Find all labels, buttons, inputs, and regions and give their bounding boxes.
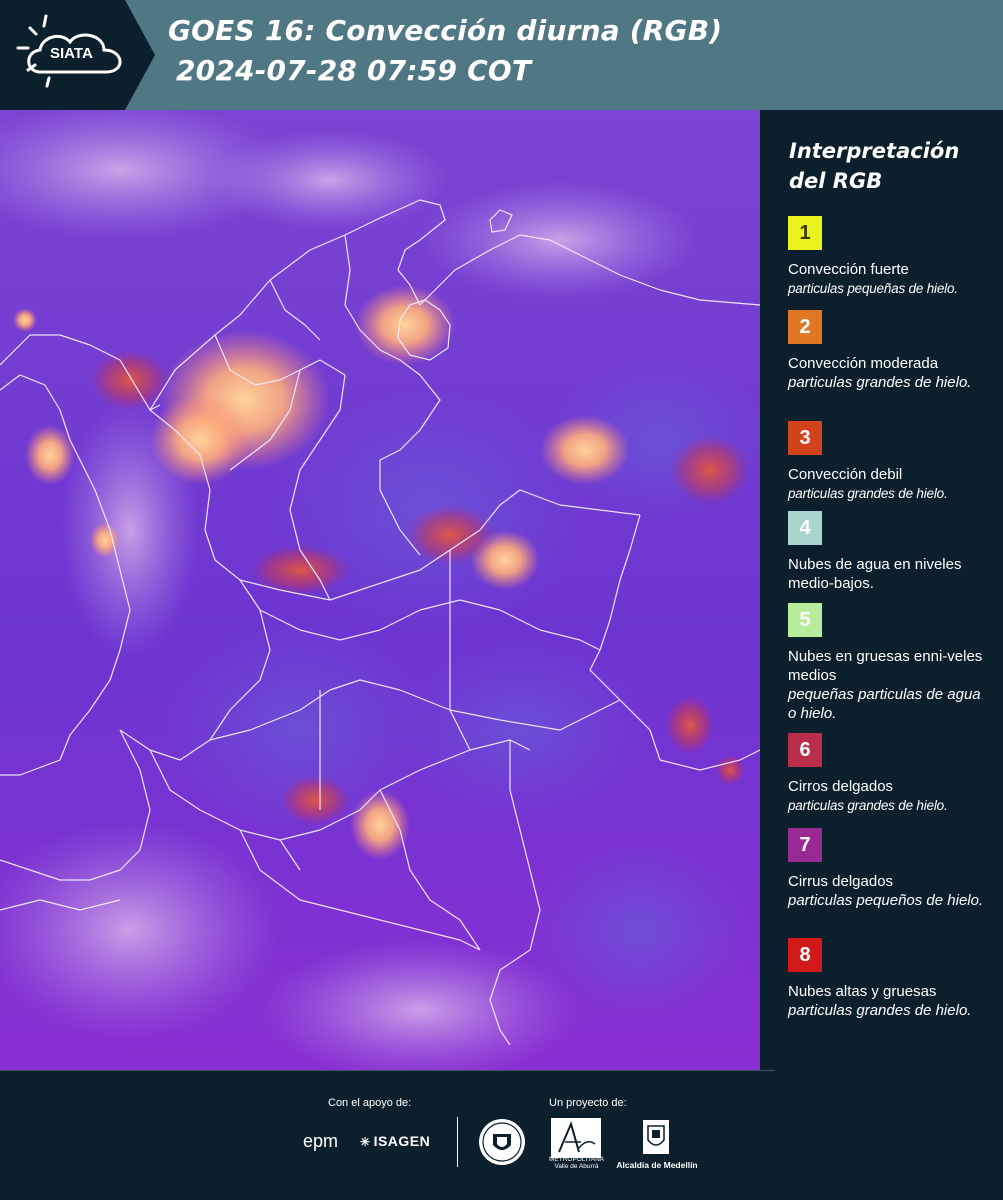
- legend-label-4: Nubes de agua en niveles medio-bajos.: [788, 556, 962, 592]
- satellite-image: [0, 110, 760, 1070]
- page-timestamp: 2024-07-28 07:59 COT: [176, 54, 532, 87]
- legend-panel: Interpretación del RGB 1 Convección fuer…: [760, 110, 1003, 1070]
- logo-text: SIATA: [50, 45, 93, 62]
- area-metropolitana-logo: [551, 1118, 601, 1158]
- legend-label-6: Cirros delgados: [788, 778, 894, 795]
- legend-desc-6: particulas grandes de hielo.: [788, 798, 948, 813]
- page-title: GOES 16: Convección diurna (RGB): [168, 14, 723, 47]
- legend-swatch-1: 1: [788, 216, 822, 250]
- alcaldia-shield-icon: [641, 1118, 671, 1156]
- medellin-seal-icon: [477, 1117, 527, 1167]
- legend-item-6: 6 Cirros delgados particulas grandes de …: [788, 733, 993, 815]
- footer-divider: [457, 1117, 458, 1167]
- legend-label-1: Convección fuerte: [788, 261, 909, 278]
- legend-swatch-2: 2: [788, 310, 822, 344]
- epm-logo: epm: [303, 1131, 339, 1151]
- legend-label-3: Convección debil: [788, 466, 903, 483]
- footer-separator: [0, 1070, 775, 1071]
- legend-desc-2: particulas grandes de hielo.: [788, 374, 972, 391]
- siata-logo: SIATA: [0, 0, 155, 110]
- legend-swatch-8: 8: [788, 938, 822, 972]
- legend-label-8: Nubes altas y gruesas: [788, 983, 937, 1000]
- legend-swatch-7: 7: [788, 828, 822, 862]
- legend-desc-5: pequeñas particulas de agua o hielo.: [788, 686, 981, 722]
- legend-item-3: 3 Convección debil particulas grandes de…: [788, 421, 993, 503]
- legend-swatch-4: 4: [788, 511, 822, 545]
- legend-label-7: Cirrus delgados: [788, 873, 894, 890]
- legend-desc-3: particulas grandes de hielo.: [788, 486, 948, 501]
- legend-swatch-5: 5: [788, 603, 822, 637]
- legend-desc-1: particulas pequeñas de hielo.: [788, 281, 958, 296]
- legend-label-5: Nubes en gruesas enni-veles medios: [788, 648, 983, 684]
- support-label: Con el apoyo de:: [328, 1097, 412, 1109]
- legend-swatch-3: 3: [788, 421, 822, 455]
- isagen-text: ISAGEN: [373, 1133, 431, 1149]
- legend-label-2: Convección moderada: [788, 355, 939, 372]
- satellite-map: [0, 110, 760, 1070]
- legend-item-4: 4 Nubes de agua en niveles medio-bajos.: [788, 511, 993, 593]
- legend-item-5: 5 Nubes en gruesas enni-veles medios peq…: [788, 603, 993, 723]
- legend-item-8: 8 Nubes altas y gruesas particulas grand…: [788, 938, 993, 1020]
- legend-swatch-6: 6: [788, 733, 822, 767]
- area-metropolitana-text: METROPOLITANA Valle de Aburrá: [549, 1156, 605, 1170]
- legend-item-7: 7 Cirrus delgados particulas pequeños de…: [788, 828, 993, 910]
- legend-item-1: 1 Convección fuerte particulas pequeñas …: [788, 216, 993, 298]
- legend-desc-8: particulas grandes de hielo.: [788, 1002, 972, 1019]
- isagen-mark-icon: ✳: [360, 1135, 371, 1149]
- project-label: Un proyecto de:: [549, 1097, 627, 1109]
- legend-item-2: 2 Convección moderada particulas grandes…: [788, 310, 993, 392]
- isagen-logo: ✳ ISAGEN: [360, 1133, 430, 1149]
- alcaldia-text: Alcaldía de Medellín: [616, 1160, 698, 1170]
- header-bar: SIATA GOES 16: Convección diurna (RGB) 2…: [0, 0, 1003, 110]
- legend-title: Interpretación del RGB: [789, 139, 960, 193]
- legend-desc-7: particulas pequeños de hielo.: [788, 892, 984, 909]
